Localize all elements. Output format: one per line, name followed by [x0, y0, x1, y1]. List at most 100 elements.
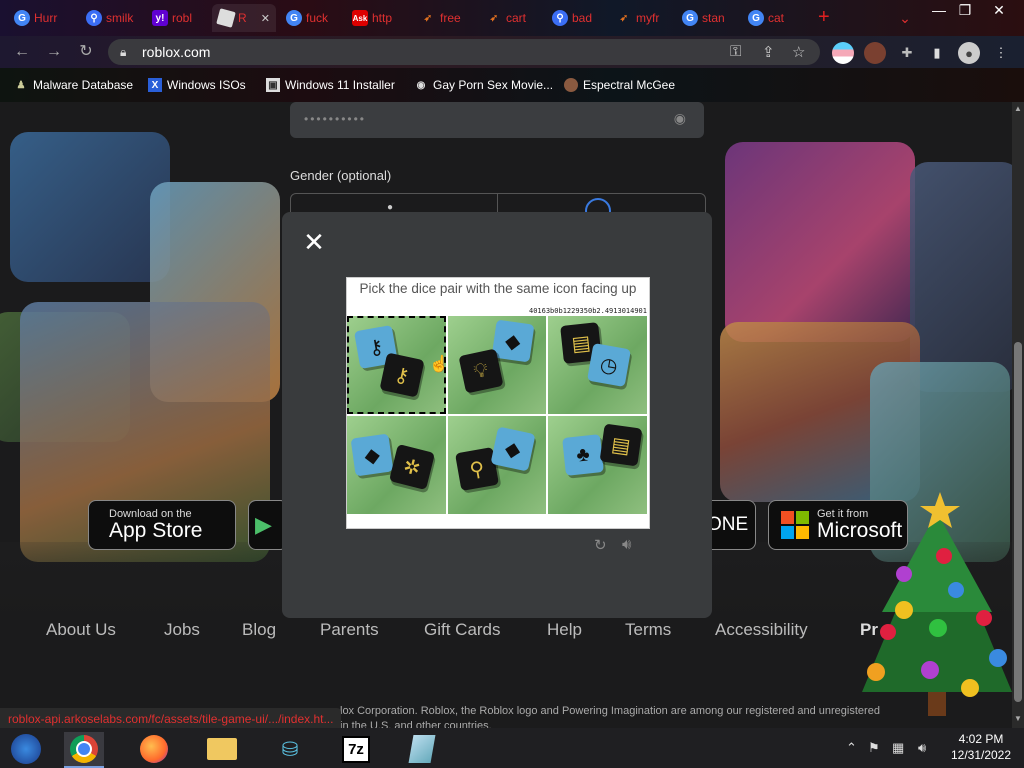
- footer-link-giftcards[interactable]: Gift Cards: [424, 620, 501, 640]
- close-tab-icon[interactable]: ✕: [261, 12, 270, 25]
- bookmark-star-icon[interactable]: ☆: [792, 43, 805, 61]
- person-icon: ♟: [16, 79, 26, 91]
- avatar-icon: [564, 78, 578, 92]
- roblox-icon: [216, 8, 236, 28]
- captcha-tile[interactable]: ▤ ◷: [548, 316, 647, 414]
- bookmark-item[interactable]: Espectral McGee: [564, 76, 675, 94]
- tree-die-icon: ♣: [562, 434, 605, 476]
- action-center-flag-icon[interactable]: ⚑: [868, 740, 880, 756]
- show-hidden-icons[interactable]: ⌃: [846, 740, 857, 756]
- scroll-up-arrow-icon[interactable]: ▲: [1014, 104, 1022, 113]
- footer-link-about[interactable]: About Us: [46, 620, 116, 640]
- chrome-icon[interactable]: [64, 732, 104, 768]
- tab[interactable]: Ask http: [346, 4, 410, 32]
- search-icon: ⚲: [552, 10, 568, 26]
- profile-avatar-icon[interactable]: ●: [958, 42, 980, 64]
- footer-link-terms[interactable]: Terms: [625, 620, 671, 640]
- restore-button[interactable]: ❐: [948, 0, 982, 20]
- captcha-modal: ✕ Pick the dice pair with the same icon …: [282, 212, 712, 618]
- windows-start-icon[interactable]: [6, 732, 46, 766]
- tag-die-icon: ◆: [490, 426, 536, 472]
- bookmark-item[interactable]: ♟ Malware Database: [14, 76, 134, 94]
- tab-active[interactable]: R ✕: [212, 4, 276, 32]
- rocket-icon: ➶: [619, 12, 629, 24]
- ask-icon: Ask: [352, 10, 368, 26]
- captcha-tile-grid: ⚷ ⚷ ☝ ◆ 💡︎ ▤ ◷ ◆ ✲ ⚲ ◆ ♣ ▤: [347, 316, 647, 514]
- volume-icon[interactable]: 🔊︎: [918, 740, 926, 756]
- lock-icon[interactable]: 🔒︎: [120, 45, 132, 59]
- rocket-icon: ➶: [423, 12, 433, 24]
- key-icon[interactable]: ⚿: [730, 43, 741, 60]
- footer-link-parents[interactable]: Parents: [320, 620, 379, 640]
- side-panel-icon[interactable]: ▮: [926, 42, 948, 64]
- christmas-tree-overlay: [862, 492, 1012, 716]
- tab[interactable]: Gstan: [676, 4, 740, 32]
- status-bubble-url: roblox-api.arkoselabs.com/fc/assets/tile…: [0, 708, 342, 730]
- background-art: [910, 162, 1012, 392]
- 7zip-icon[interactable]: 7z: [336, 732, 376, 766]
- close-window-button[interactable]: ✕: [982, 0, 1016, 20]
- tab[interactable]: ➶ free: [414, 4, 478, 32]
- back-icon[interactable]: ←: [12, 42, 32, 62]
- extension-avatar-icon[interactable]: [864, 42, 886, 64]
- share-icon[interactable]: ⇪: [762, 43, 775, 61]
- network-icon[interactable]: ⛁: [270, 732, 310, 766]
- tab[interactable]: ⚲ bad: [546, 4, 610, 32]
- network-tray-icon[interactable]: ▦: [892, 740, 904, 756]
- captcha-tile[interactable]: ◆ 💡︎: [447, 316, 547, 414]
- tab[interactable]: ⚲ smilk: [80, 4, 144, 32]
- captcha-prompt: Pick the dice pair with the same icon fa…: [359, 281, 637, 296]
- forward-icon[interactable]: →: [44, 42, 64, 62]
- rocket-icon: ➶: [489, 12, 499, 24]
- bulb-die-icon: 💡︎: [458, 348, 504, 394]
- captcha-tile[interactable]: ◆ ✲: [347, 416, 446, 514]
- hand-cursor-icon: ☝: [429, 356, 446, 373]
- extension-flag-icon[interactable]: [832, 42, 854, 64]
- google-icon: G: [286, 10, 302, 26]
- new-tab-button[interactable]: +: [818, 6, 830, 29]
- tab[interactable]: ➶ cart: [480, 4, 544, 32]
- menu-kebab-icon[interactable]: ⋮: [990, 42, 1012, 64]
- firefox-icon[interactable]: [134, 732, 174, 766]
- password-mask: ••••••••••: [304, 112, 367, 126]
- image-icon: ▣: [266, 78, 280, 92]
- extensions-puzzle-icon[interactable]: ✚: [896, 42, 918, 64]
- reload-captcha-icon[interactable]: ↻: [594, 536, 607, 554]
- bookmark-item[interactable]: ◉ Gay Porn Sex Movie...: [414, 76, 553, 94]
- tab[interactable]: G Hurr: [8, 4, 72, 32]
- audio-captcha-icon[interactable]: 🔊︎: [622, 536, 631, 553]
- captcha-tile[interactable]: ♣ ▤: [548, 416, 647, 514]
- yahoo-icon: y!: [152, 10, 168, 26]
- footer-link-accessibility[interactable]: Accessibility: [715, 620, 808, 640]
- captcha-tile[interactable]: ⚲ ◆: [447, 416, 547, 514]
- x-icon: X: [148, 78, 162, 92]
- tab[interactable]: Gcat: [742, 4, 806, 32]
- system-clock[interactable]: 4:02 PM 12/31/2022: [946, 731, 1016, 763]
- show-password-icon[interactable]: ◉: [674, 110, 686, 127]
- tab[interactable]: y! robl: [146, 4, 210, 32]
- footer-link-jobs[interactable]: Jobs: [164, 620, 200, 640]
- gender-label: Gender (optional): [290, 168, 392, 183]
- tab-search-icon[interactable]: ⌄: [888, 8, 922, 28]
- address-bar[interactable]: 🔒︎ roblox.com ⚿ ⇪ ☆: [108, 39, 820, 65]
- globe-icon: ◉: [416, 79, 426, 91]
- bookmark-item[interactable]: ▣ Windows 11 Installer: [266, 76, 395, 94]
- reload-icon[interactable]: ↻: [76, 42, 96, 62]
- app-store-badge[interactable]: Download on the App Store: [88, 500, 236, 550]
- file-explorer-icon[interactable]: [202, 732, 242, 766]
- bookmark-item[interactable]: X Windows ISOs: [148, 76, 246, 94]
- google-play-icon: ▶: [255, 512, 272, 537]
- tab[interactable]: ➶ myfr: [610, 4, 674, 32]
- google-icon: G: [14, 10, 30, 26]
- notepad-icon[interactable]: [402, 732, 442, 766]
- footer-link-blog[interactable]: Blog: [242, 620, 276, 640]
- url-text[interactable]: roblox.com: [142, 44, 210, 60]
- key-die-icon: ⚷: [379, 352, 425, 398]
- clock-die-icon: ◷: [587, 342, 632, 388]
- footer-link-help[interactable]: Help: [547, 620, 582, 640]
- tab[interactable]: Gfuck: [280, 4, 344, 32]
- google-icon: G: [682, 10, 698, 26]
- captcha-tile[interactable]: ⚷ ⚷ ☝: [347, 316, 446, 414]
- close-icon[interactable]: ✕: [302, 229, 326, 255]
- password-field[interactable]: •••••••••• ◉: [290, 102, 704, 138]
